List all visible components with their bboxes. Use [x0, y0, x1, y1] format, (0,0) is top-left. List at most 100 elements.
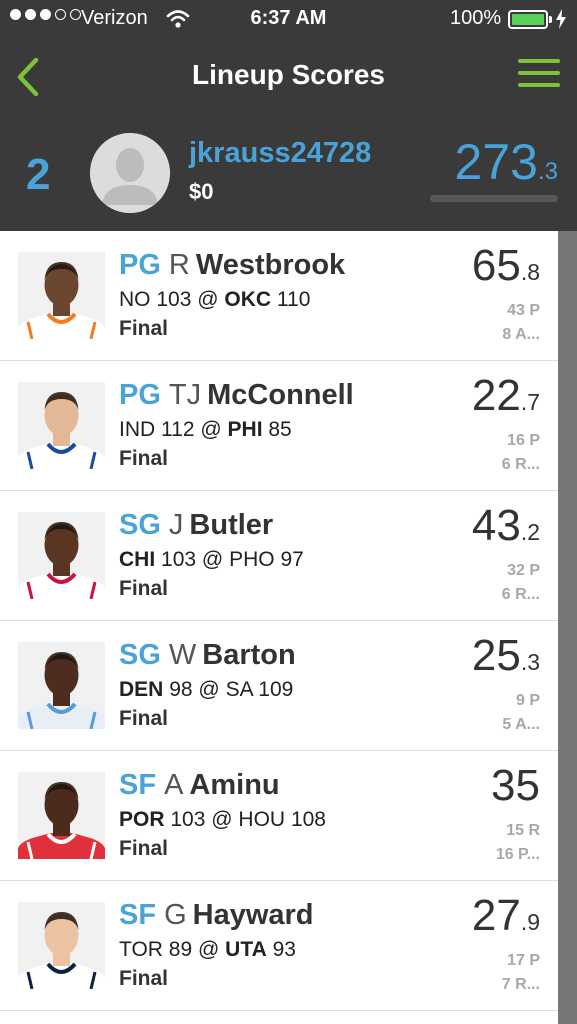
stat-line-primary: 15 R: [506, 822, 540, 839]
home-team: PHO: [229, 548, 275, 571]
player-row[interactable]: PG R Westbrook NO 103 @ OKC 110 Final 65.8…: [0, 231, 558, 361]
player-list[interactable]: PG R Westbrook NO 103 @ OKC 110 Final 65.8…: [0, 231, 558, 1024]
game-status: Final: [119, 447, 169, 470]
at-symbol: @: [211, 808, 233, 831]
game-status: Final: [119, 837, 169, 860]
battery-cap: [549, 16, 552, 23]
game-score: CHI 103 @ PHO 97: [119, 548, 304, 572]
stat-line-secondary: 16 P...: [495, 846, 540, 863]
user-avatar[interactable]: [90, 133, 170, 213]
fantasy-points-decimal: .9: [520, 909, 540, 935]
fantasy-points-integer: 35: [491, 761, 540, 810]
player-initial: G: [164, 899, 187, 931]
game-score: IND 112 @ PHI 85: [119, 418, 292, 442]
fantasy-points-integer: 43: [471, 501, 521, 550]
player-initial: J: [168, 509, 184, 541]
stat-line-secondary: 6 R...: [501, 586, 540, 603]
battery-percentage: 100%: [450, 7, 502, 29]
stat-line-primary: 16 P: [507, 432, 540, 449]
player-photo: [18, 902, 105, 989]
player-row[interactable]: SF G Hayward TOR 89 @ UTA 93 Final 27.9 17…: [0, 881, 558, 1011]
away-team: CHI: [119, 548, 156, 571]
at-symbol: @: [197, 288, 219, 311]
total-score-decimal: .3: [537, 158, 558, 185]
away-score: 89: [168, 938, 193, 961]
navigation-bar: Lineup Scores: [0, 40, 577, 115]
charging-bolt-icon: [556, 9, 566, 29]
score-progress-bar: [430, 195, 558, 202]
status-bar: Verizon 6:37 AM 100%: [0, 0, 577, 40]
player-name-line: SF G Hayward: [119, 899, 314, 932]
fantasy-points-integer: 22: [471, 371, 521, 420]
at-symbol: @: [201, 548, 224, 571]
user-rank: 2: [26, 150, 51, 199]
fantasy-points: 35: [491, 761, 540, 811]
scrollbar[interactable]: [558, 231, 577, 1024]
player-last-name: Hayward: [192, 899, 314, 931]
stat-line-primary: 43 P: [507, 302, 540, 319]
player-headshot: [18, 252, 105, 339]
player-photo: [18, 382, 105, 469]
away-team: DEN: [119, 678, 164, 701]
stat-line-primary: 17 P: [507, 952, 540, 969]
fantasy-points-decimal: .7: [520, 389, 540, 415]
player-row[interactable]: SG J Butler CHI 103 @ PHO 97 Final 43.2 32…: [0, 491, 558, 621]
player-headshot: [18, 512, 105, 599]
away-team: NO: [119, 288, 151, 311]
player-row[interactable]: SF A Aminu POR 103 @ HOU 108 Final 35 15 R…: [0, 751, 558, 881]
player-position: PG: [119, 249, 161, 281]
user-summary: 2 jkrauss24728 $0 273.3: [0, 115, 577, 231]
fantasy-points-integer: 65: [471, 241, 521, 290]
menu-button[interactable]: [518, 59, 560, 89]
player-headshot: [18, 382, 105, 469]
player-position: PG: [119, 379, 161, 411]
at-symbol: @: [198, 678, 220, 701]
player-headshot: [18, 642, 105, 729]
game-status: Final: [119, 577, 169, 600]
home-team: UTA: [225, 938, 267, 961]
total-score-integer: 273: [454, 134, 538, 190]
away-team: POR: [119, 808, 165, 831]
player-photo: [18, 512, 105, 599]
game-score: POR 103 @ HOU 108: [119, 808, 326, 832]
home-team: OKC: [224, 288, 272, 311]
game-status: Final: [119, 317, 169, 340]
fantasy-points: 25.3: [472, 631, 540, 681]
player-photo: [18, 642, 105, 729]
home-team: SA: [225, 678, 253, 701]
fantasy-points-decimal: .2: [520, 519, 540, 545]
away-score: 112: [161, 418, 195, 441]
player-position: SG: [119, 639, 161, 671]
player-photo: [18, 252, 105, 339]
player-row[interactable]: SG W Barton DEN 98 @ SA 109 Final 25.3 9 P…: [0, 621, 558, 751]
stat-line-primary: 9 P: [515, 692, 540, 709]
player-initial: W: [168, 639, 197, 671]
player-last-name: Barton: [202, 639, 296, 671]
fantasy-points: 43.2: [472, 501, 540, 551]
fantasy-points: 65.8: [472, 241, 540, 291]
away-score: 103: [170, 808, 206, 831]
player-name-line: SG J Butler: [119, 509, 273, 542]
at-symbol: @: [198, 938, 220, 961]
away-team: TOR: [119, 938, 163, 961]
player-last-name: Westbrook: [195, 249, 346, 281]
player-position: SG: [119, 509, 161, 541]
username[interactable]: jkrauss24728: [189, 137, 371, 170]
stat-line-secondary: 6 R...: [501, 456, 540, 473]
game-status: Final: [119, 707, 169, 730]
game-score: DEN 98 @ SA 109: [119, 678, 293, 702]
player-position: SF: [119, 769, 157, 801]
battery-level-fill: [512, 14, 544, 25]
fantasy-points: 27.9: [472, 891, 540, 941]
game-score: TOR 89 @ UTA 93: [119, 938, 296, 962]
default-user-icon: [90, 133, 170, 213]
home-score: 97: [280, 548, 304, 571]
player-row[interactable]: PG TJ McConnell IND 112 @ PHI 85 Final 22.…: [0, 361, 558, 491]
home-team: HOU: [238, 808, 286, 831]
player-headshot: [18, 772, 105, 859]
home-score: 85: [268, 418, 292, 441]
away-score: 103: [161, 548, 197, 571]
fantasy-points-decimal: .8: [520, 259, 540, 285]
player-name-line: PG R Westbrook: [119, 249, 345, 282]
stat-line-secondary: 8 A...: [502, 326, 540, 343]
